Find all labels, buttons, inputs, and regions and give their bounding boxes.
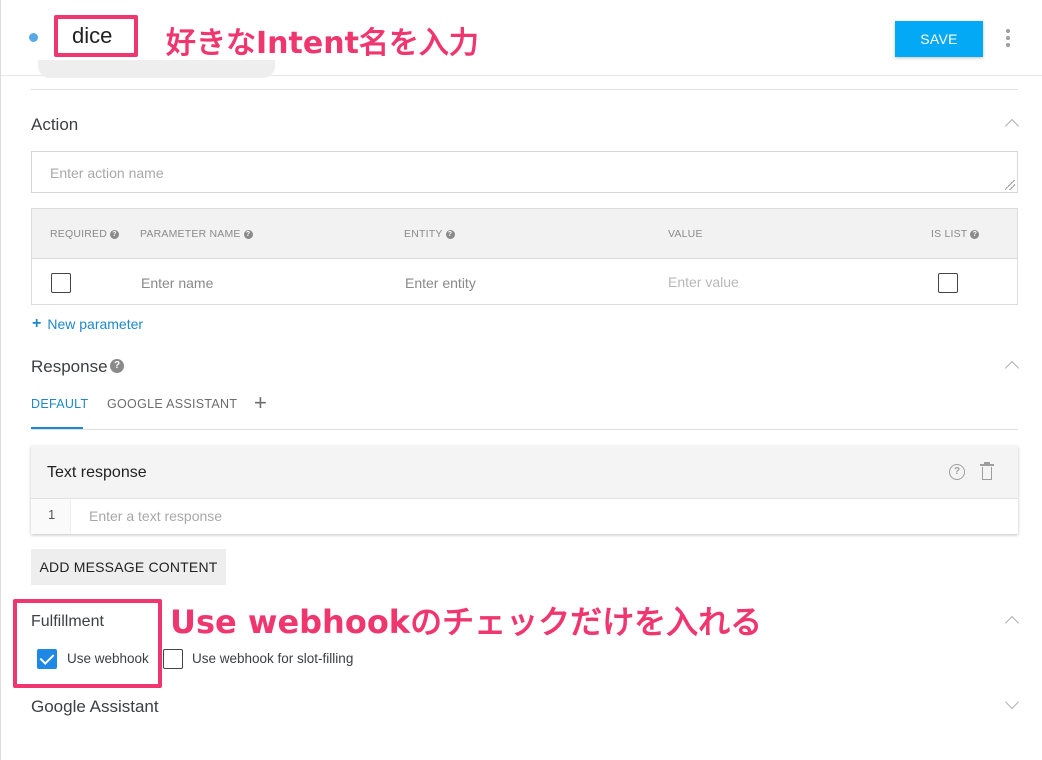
plus-icon: + <box>32 315 42 332</box>
help-icon[interactable]: ? <box>243 229 253 239</box>
scrolled-content-edge <box>38 60 275 78</box>
help-icon[interactable]: ? <box>445 229 455 239</box>
use-webhook-checkbox[interactable] <box>37 649 57 669</box>
help-icon[interactable]: ? <box>110 359 124 373</box>
text-response-input[interactable]: Enter a text response <box>89 508 222 524</box>
col-value: VALUE <box>668 228 703 240</box>
intent-status-dot <box>29 33 38 42</box>
chevron-up-icon[interactable] <box>1004 118 1020 134</box>
parameter-name-input[interactable]: Enter name <box>141 275 213 291</box>
row-number: 1 <box>48 507 56 522</box>
required-checkbox[interactable] <box>51 273 71 293</box>
help-icon[interactable]: ? <box>949 464 965 480</box>
response-section-title: Response <box>31 357 108 376</box>
text-response-title: Text response <box>47 464 147 481</box>
tabs-divider <box>31 429 1018 430</box>
chevron-down-icon[interactable] <box>1004 694 1020 710</box>
resize-grip-icon[interactable] <box>1005 180 1015 190</box>
intent-name[interactable]: dice <box>72 23 112 49</box>
action-name-placeholder: Enter action name <box>50 165 164 181</box>
use-webhook-label[interactable]: Use webhook <box>67 651 149 666</box>
more-vert-icon[interactable] <box>1000 27 1016 49</box>
annotation-intent-name: 好きなIntent名を入力 <box>166 26 479 61</box>
tab-default[interactable]: DEFAULT <box>31 397 88 411</box>
value-input[interactable]: Enter value <box>668 274 739 290</box>
intent-name-highlight[interactable]: dice <box>54 15 138 57</box>
col-is-list: IS LIST? <box>931 228 980 240</box>
parameter-table-header: REQUIRED? PARAMETER NAME? ENTITY? VALUE … <box>32 209 1017 259</box>
help-icon[interactable]: ? <box>970 229 980 239</box>
new-parameter-link[interactable]: + New parameter <box>32 315 143 333</box>
section-divider <box>31 89 1018 90</box>
chevron-up-icon[interactable] <box>1004 615 1020 631</box>
entity-input[interactable]: Enter entity <box>405 275 476 291</box>
action-section-title: Action <box>31 115 79 134</box>
save-button[interactable]: SAVE <box>895 21 983 57</box>
left-border <box>0 0 1 760</box>
annotation-fulfillment: Use webhookのチェックだけを入れる <box>170 603 763 641</box>
action-name-input[interactable]: Enter action name <box>31 151 1018 193</box>
google-assistant-section-title: Google Assistant <box>31 697 159 716</box>
tab-google-assistant[interactable]: GOOGLE ASSISTANT <box>107 397 237 411</box>
chevron-up-icon[interactable] <box>1004 360 1020 376</box>
add-tab-plus-icon[interactable]: + <box>254 392 267 414</box>
add-message-content-button[interactable]: ADD MESSAGE CONTENT <box>31 549 226 585</box>
help-icon[interactable]: ? <box>110 229 120 239</box>
trash-icon[interactable] <box>980 462 994 480</box>
slot-filling-label[interactable]: Use webhook for slot-filling <box>192 651 353 666</box>
is-list-checkbox[interactable] <box>938 273 958 293</box>
text-response-card-header: Text response ? <box>31 446 1018 499</box>
text-response-card: Text response ? 1 Enter a text response <box>31 446 1018 534</box>
col-parameter-name: PARAMETER NAME? <box>140 228 253 240</box>
col-entity: ENTITY? <box>404 228 455 240</box>
slot-filling-checkbox[interactable] <box>163 649 183 669</box>
col-required: REQUIRED? <box>50 228 120 240</box>
fulfillment-section-title: Fulfillment <box>31 613 104 630</box>
parameter-table: REQUIRED? PARAMETER NAME? ENTITY? VALUE … <box>31 208 1018 305</box>
